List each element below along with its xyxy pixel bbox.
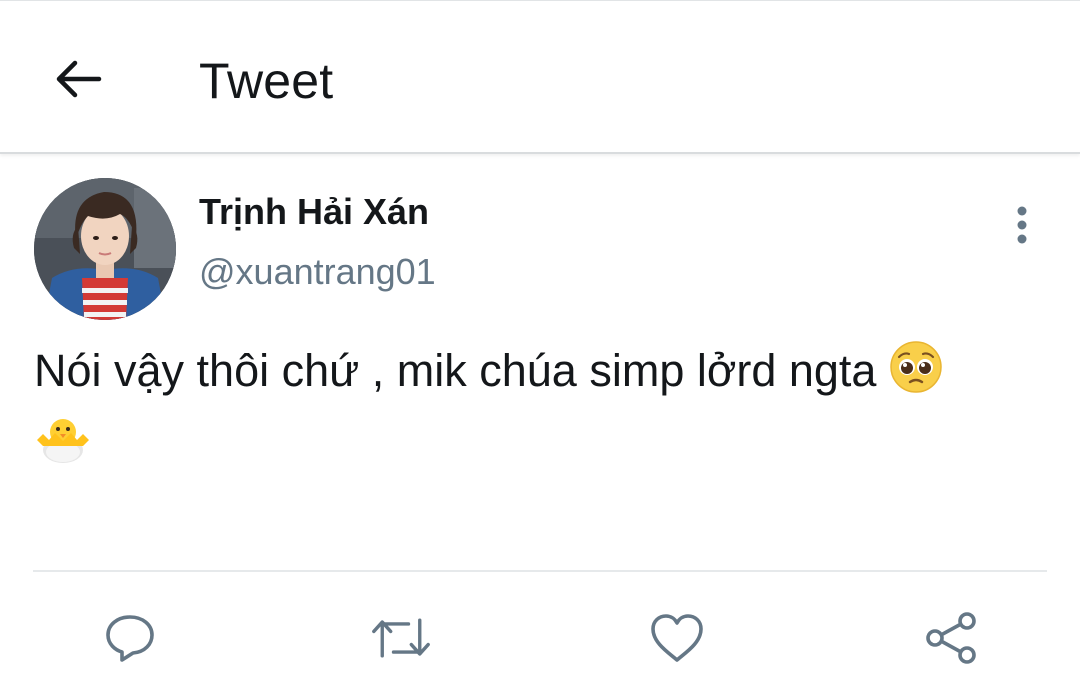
tweet-detail-screen: Tweet Trịnh Hải Xán @xuantrang01 Nói vậy…: [0, 0, 1080, 681]
more-vertical-icon: [1017, 206, 1027, 244]
user-display-name[interactable]: Trịnh Hải Xán: [199, 190, 429, 234]
heart-icon: [651, 614, 703, 662]
more-options-button[interactable]: [1000, 200, 1044, 250]
tweet-body: Nói vậy thôi chứ , mik chúa simp lởrd ng…: [34, 345, 877, 396]
back-button[interactable]: [48, 49, 108, 109]
pleading-face-emoji: [889, 340, 943, 410]
top-app-bar: Tweet: [0, 0, 1080, 154]
hatching-chick-emoji: [34, 410, 92, 480]
reply-icon: [106, 615, 154, 662]
avatar-image: [34, 178, 176, 320]
retweet-button[interactable]: [371, 608, 431, 668]
reply-button[interactable]: [100, 608, 160, 668]
divider: [33, 570, 1047, 572]
like-button[interactable]: [647, 608, 707, 668]
page-title: Tweet: [199, 53, 334, 109]
retweet-icon: [372, 618, 430, 658]
avatar[interactable]: [34, 178, 176, 320]
arrow-left-icon: [56, 60, 102, 98]
user-handle[interactable]: @xuantrang01: [199, 250, 436, 294]
share-button[interactable]: [921, 608, 981, 668]
tweet-text: Nói vậy thôi chứ , mik chúa simp lởrd ng…: [34, 340, 1044, 480]
share-icon: [926, 612, 976, 664]
